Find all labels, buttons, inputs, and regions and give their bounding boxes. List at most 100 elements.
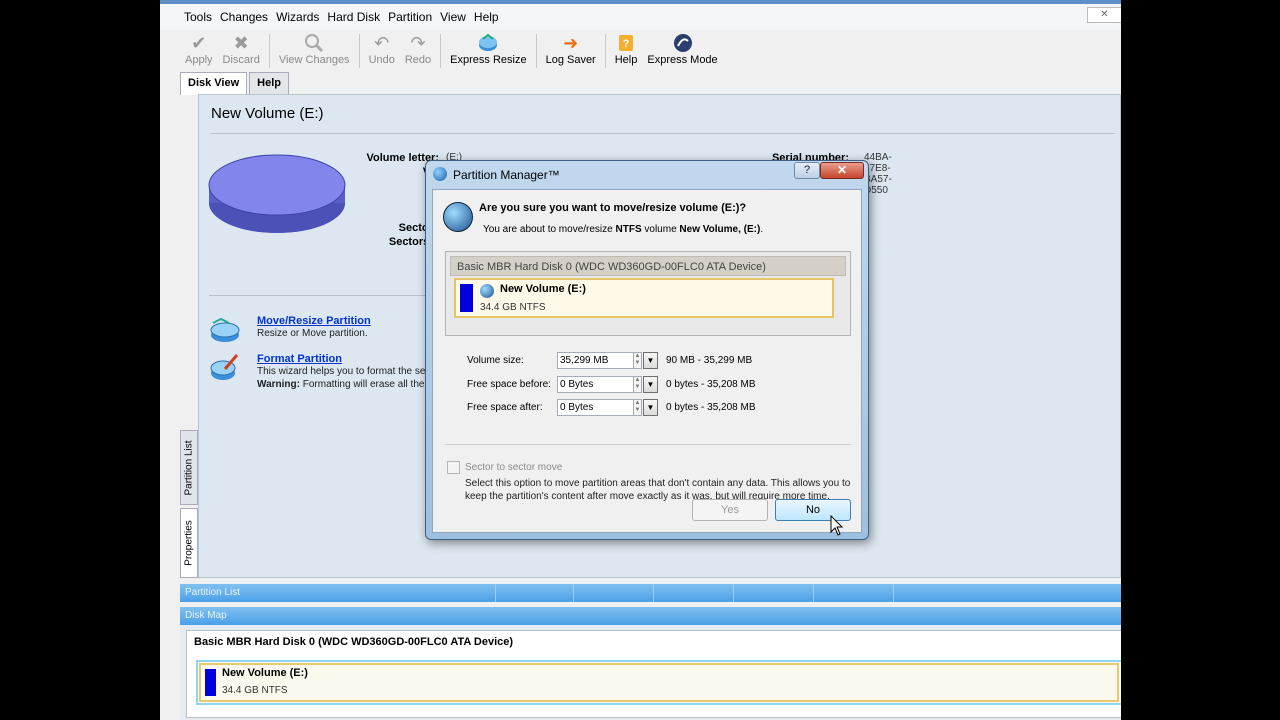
toolbar: ✔ Apply ✖ Discard View Changes ↶ Undo ↷ … xyxy=(180,30,723,72)
volume-size-range: 90 MB - 35,299 MB xyxy=(666,355,753,366)
discard-label: Discard xyxy=(222,54,260,66)
column-divider xyxy=(495,584,496,602)
volume-size-label: Volume size: xyxy=(467,355,524,366)
disk-map-header[interactable]: Disk Map xyxy=(180,607,1121,625)
subtext-volume: New Volume, (E:) xyxy=(679,224,761,235)
subtext-end: . xyxy=(760,224,764,235)
tab-help[interactable]: Help xyxy=(249,72,290,94)
partition-list-header[interactable]: Partition List xyxy=(180,584,1121,602)
magnifier-icon xyxy=(303,32,325,54)
express-mode-icon xyxy=(672,32,694,54)
free-space-after-range: 0 bytes - 35,208 MB xyxy=(666,402,756,413)
divider xyxy=(211,133,1115,134)
free-space-after-dropdown-icon[interactable]: ▼ xyxy=(643,399,658,416)
log-saver-label: Log Saver xyxy=(545,54,596,66)
subtext-mid: volume xyxy=(641,224,680,235)
volume-bar xyxy=(205,669,216,696)
svg-text:?: ? xyxy=(623,38,630,50)
help-label: Help xyxy=(614,54,638,66)
tab-disk-view[interactable]: Disk View xyxy=(180,72,248,95)
disk-map: Basic MBR Hard Disk 0 (WDC WD360GD-00FLC… xyxy=(180,625,1121,720)
dialog-help-button[interactable]: ? xyxy=(794,162,820,179)
express-resize-icon xyxy=(477,32,499,54)
toolbar-separator xyxy=(268,34,270,68)
question-globe-icon xyxy=(443,202,473,232)
column-divider xyxy=(653,584,654,602)
express-resize-label: Express Resize xyxy=(450,54,527,66)
toolbar-separator xyxy=(358,34,360,68)
volume-size-input[interactable]: 35,299 MB xyxy=(557,352,635,369)
dialog-disk-title: Basic MBR Hard Disk 0 (WDC WD360GD-00FLC… xyxy=(450,256,846,276)
dialog-body: Are you sure you want to move/resize vol… xyxy=(432,189,862,533)
volume-bar xyxy=(460,284,473,312)
menu-hard-disk[interactable]: Hard Disk xyxy=(323,10,384,24)
free-space-after-input[interactable]: 0 Bytes xyxy=(557,399,635,416)
help-icon: ? xyxy=(615,32,637,54)
free-space-before-spinner[interactable]: ▲ ▼ xyxy=(633,376,642,393)
window-close-icon[interactable]: ✕ xyxy=(1087,7,1121,23)
dialog-volume-block: New Volume (E:) 34.4 GB NTFS xyxy=(454,278,834,318)
column-divider xyxy=(733,584,734,602)
dialog-titlebar[interactable]: Partition Manager™ ? ✕ xyxy=(426,161,868,187)
sector-to-sector-checkbox[interactable] xyxy=(447,461,460,474)
yes-button[interactable]: Yes xyxy=(692,499,768,521)
divider xyxy=(209,295,439,296)
apply-button[interactable]: ✔ Apply xyxy=(180,30,218,72)
format-partition-link[interactable]: Format Partition xyxy=(257,353,342,365)
tab-partition-list[interactable]: Partition List xyxy=(180,430,198,505)
redo-label: Redo xyxy=(404,54,432,66)
apply-label: Apply xyxy=(185,54,213,66)
tab-properties[interactable]: Properties xyxy=(180,508,198,578)
volume-size-spinner[interactable]: ▲ ▼ xyxy=(633,352,642,369)
redo-button[interactable]: ↷ Redo xyxy=(400,30,436,72)
help-button[interactable]: ? Help xyxy=(610,30,643,72)
checkmark-icon: ✔ xyxy=(191,33,207,53)
toolbar-separator xyxy=(440,34,442,68)
free-space-before-range: 0 bytes - 35,208 MB xyxy=(666,379,756,390)
free-space-after-label: Free space after: xyxy=(467,402,543,413)
menu-help[interactable]: Help xyxy=(470,10,503,24)
disk-map-volume[interactable]: New Volume (E:) 34.4 GB NTFS xyxy=(196,660,1121,705)
dialog-volume-size: 34.4 GB NTFS xyxy=(480,302,546,313)
undo-label: Undo xyxy=(368,54,395,66)
free-space-before-row: Free space before: 0 Bytes ▲ ▼ ▼ 0 bytes … xyxy=(467,376,847,394)
toolbar-separator xyxy=(535,34,537,68)
format-description: This wizard helps you to format the sel xyxy=(257,366,428,377)
view-changes-button[interactable]: View Changes xyxy=(274,30,355,72)
properties-tab-label: Properties xyxy=(183,520,195,566)
express-mode-button[interactable]: Express Mode xyxy=(642,30,722,72)
disk-map-label: Disk Map xyxy=(185,610,227,621)
toolbar-separator xyxy=(604,34,606,68)
disk-map-disk-title: Basic MBR Hard Disk 0 (WDC WD360GD-00FLC… xyxy=(194,636,514,648)
column-divider xyxy=(893,584,894,602)
express-resize-button[interactable]: Express Resize xyxy=(445,30,531,72)
discard-button[interactable]: ✖ Discard xyxy=(218,30,265,72)
free-space-before-dropdown-icon[interactable]: ▼ xyxy=(643,376,658,393)
disk-map-volume-name: New Volume (E:) xyxy=(222,667,308,679)
log-saver-button[interactable]: ➜ Log Saver xyxy=(541,30,601,72)
volume-size-dropdown-icon[interactable]: ▼ xyxy=(643,352,658,369)
menu-tools[interactable]: Tools xyxy=(180,10,216,24)
menu-partition[interactable]: Partition xyxy=(384,10,436,24)
move-resize-confirm-dialog: Partition Manager™ ? ✕ Are you sure you … xyxy=(425,160,869,540)
disk-map-disk[interactable]: Basic MBR Hard Disk 0 (WDC WD360GD-00FLC… xyxy=(186,630,1121,718)
move-resize-partition-link[interactable]: Move/Resize Partition xyxy=(257,315,371,327)
undo-button[interactable]: ↶ Undo xyxy=(364,30,400,72)
menu-changes[interactable]: Changes xyxy=(216,10,272,24)
free-space-before-label: Free space before: xyxy=(467,379,551,390)
free-space-before-input[interactable]: 0 Bytes xyxy=(557,376,635,393)
partition-list-label: Partition List xyxy=(185,587,241,598)
page-title: New Volume (E:) xyxy=(211,105,324,122)
sector-to-sector-label: Sector to sector move xyxy=(465,462,563,473)
express-mode-label: Express Mode xyxy=(647,54,718,66)
app-globe-icon xyxy=(433,167,447,181)
warning-text: Formatting will erase all the xyxy=(299,379,425,390)
dialog-question: Are you sure you want to move/resize vol… xyxy=(479,202,747,214)
free-space-after-spinner[interactable]: ▲ ▼ xyxy=(633,399,642,416)
cross-icon: ✖ xyxy=(233,33,249,53)
menu-wizards[interactable]: Wizards xyxy=(272,10,323,24)
menu-view[interactable]: View xyxy=(436,10,470,24)
dialog-close-button[interactable]: ✕ xyxy=(820,162,864,179)
subtext-prefix: You are about to move/resize xyxy=(483,224,616,235)
side-tabs: Partition List Properties xyxy=(180,430,198,580)
